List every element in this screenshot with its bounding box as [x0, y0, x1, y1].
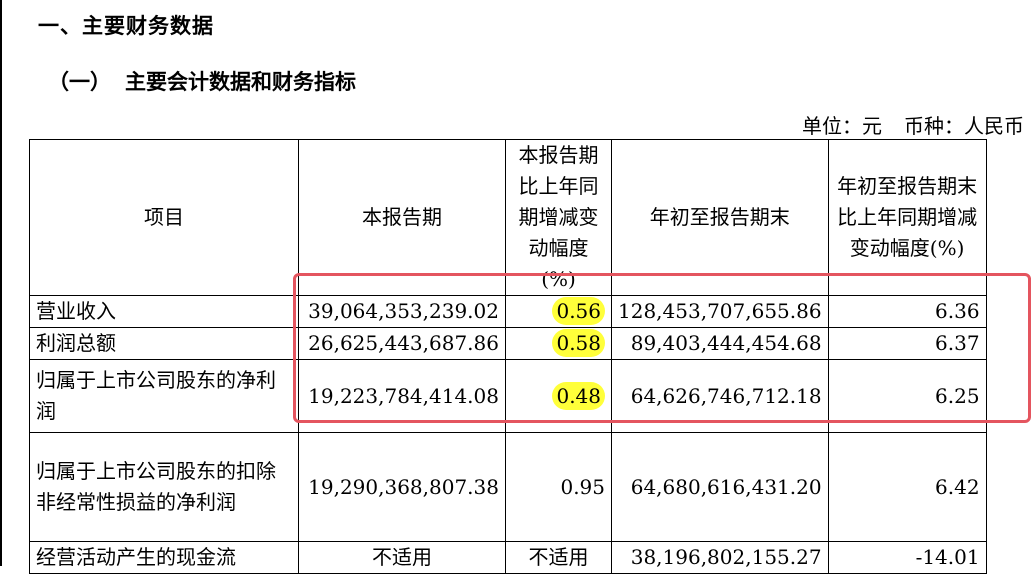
header-current-change: 本报告期比上年同期增减变动幅度(%)	[505, 139, 612, 296]
table-header-row: 项目 本报告期 本报告期比上年同期增减变动幅度(%) 年初至报告期末 年初至报告…	[29, 139, 987, 296]
header-ytd: 年初至报告期末	[611, 139, 829, 296]
row-item-label: 利润总额	[29, 327, 299, 360]
row-ytd-change: 6.25	[827, 359, 987, 433]
table-row: 归属于上市公司股东的扣除非经常性损益的净利润 19,290,368,807.38…	[29, 432, 987, 542]
row-ytd-value: 38,196,802,155.27	[611, 541, 829, 574]
row-current-value: 39,064,353,239.02	[298, 295, 506, 328]
left-border-rule	[0, 0, 2, 566]
unit-line: 单位：元 币种：人民币	[802, 110, 1024, 139]
row-current-value: 26,625,443,687.86	[298, 327, 506, 360]
row-current-value: 19,290,368,807.38	[298, 432, 506, 542]
table-row: 归属于上市公司股东的净利润 19,223,784,414.08 0.48 64,…	[29, 359, 987, 433]
row-current-change: 0.48	[505, 359, 612, 433]
table-row: 经营活动产生的现金流 不适用 不适用 38,196,802,155.27 -14…	[29, 541, 987, 574]
row-current-change: 0.56	[505, 295, 612, 328]
row-current-value: 19,223,784,414.08	[298, 359, 506, 433]
header-item: 项目	[29, 139, 299, 296]
highlight-mark: 0.48	[552, 381, 605, 410]
row-current-change: 0.95	[505, 432, 612, 542]
row-current-value: 不适用	[298, 541, 506, 574]
subsection-title: 主要会计数据和财务指标	[125, 70, 356, 94]
row-item-label: 营业收入	[29, 295, 299, 328]
financial-table: 项目 本报告期 本报告期比上年同期增减变动幅度(%) 年初至报告期末 年初至报告…	[29, 139, 987, 574]
subsection-heading: （一） 主要会计数据和财务指标	[48, 66, 356, 96]
table-row: 营业收入 39,064,353,239.02 0.56 128,453,707,…	[29, 295, 987, 328]
row-ytd-change: 6.42	[827, 432, 987, 542]
row-current-change: 不适用	[505, 541, 612, 574]
currency-label: 币种：人民币	[904, 114, 1024, 138]
row-ytd-change: 6.37	[827, 327, 987, 360]
row-ytd-value: 64,680,616,431.20	[611, 432, 829, 542]
row-ytd-value: 128,453,707,655.86	[611, 295, 829, 328]
row-ytd-value: 89,403,444,454.68	[611, 327, 829, 360]
unit-label: 单位：元	[802, 114, 882, 138]
highlight-mark: 0.58	[552, 329, 605, 357]
row-item-label: 归属于上市公司股东的净利润	[29, 359, 299, 433]
row-item-label: 经营活动产生的现金流	[29, 541, 299, 574]
header-ytd-change: 年初至报告期末比上年同期增减变动幅度(%)	[827, 139, 987, 296]
row-item-label: 归属于上市公司股东的扣除非经常性损益的净利润	[29, 432, 299, 542]
section-title: 一、主要财务数据	[38, 14, 214, 38]
highlight-mark: 0.56	[552, 297, 605, 325]
table-row: 利润总额 26,625,443,687.86 0.58 89,403,444,4…	[29, 327, 987, 360]
row-ytd-value: 64,626,746,712.18	[611, 359, 829, 433]
row-current-change: 0.58	[505, 327, 612, 360]
row-ytd-change: -14.01	[827, 541, 987, 574]
header-current-period: 本报告期	[298, 139, 506, 296]
subsection-number: （一）	[48, 70, 111, 94]
row-ytd-change: 6.36	[827, 295, 987, 328]
